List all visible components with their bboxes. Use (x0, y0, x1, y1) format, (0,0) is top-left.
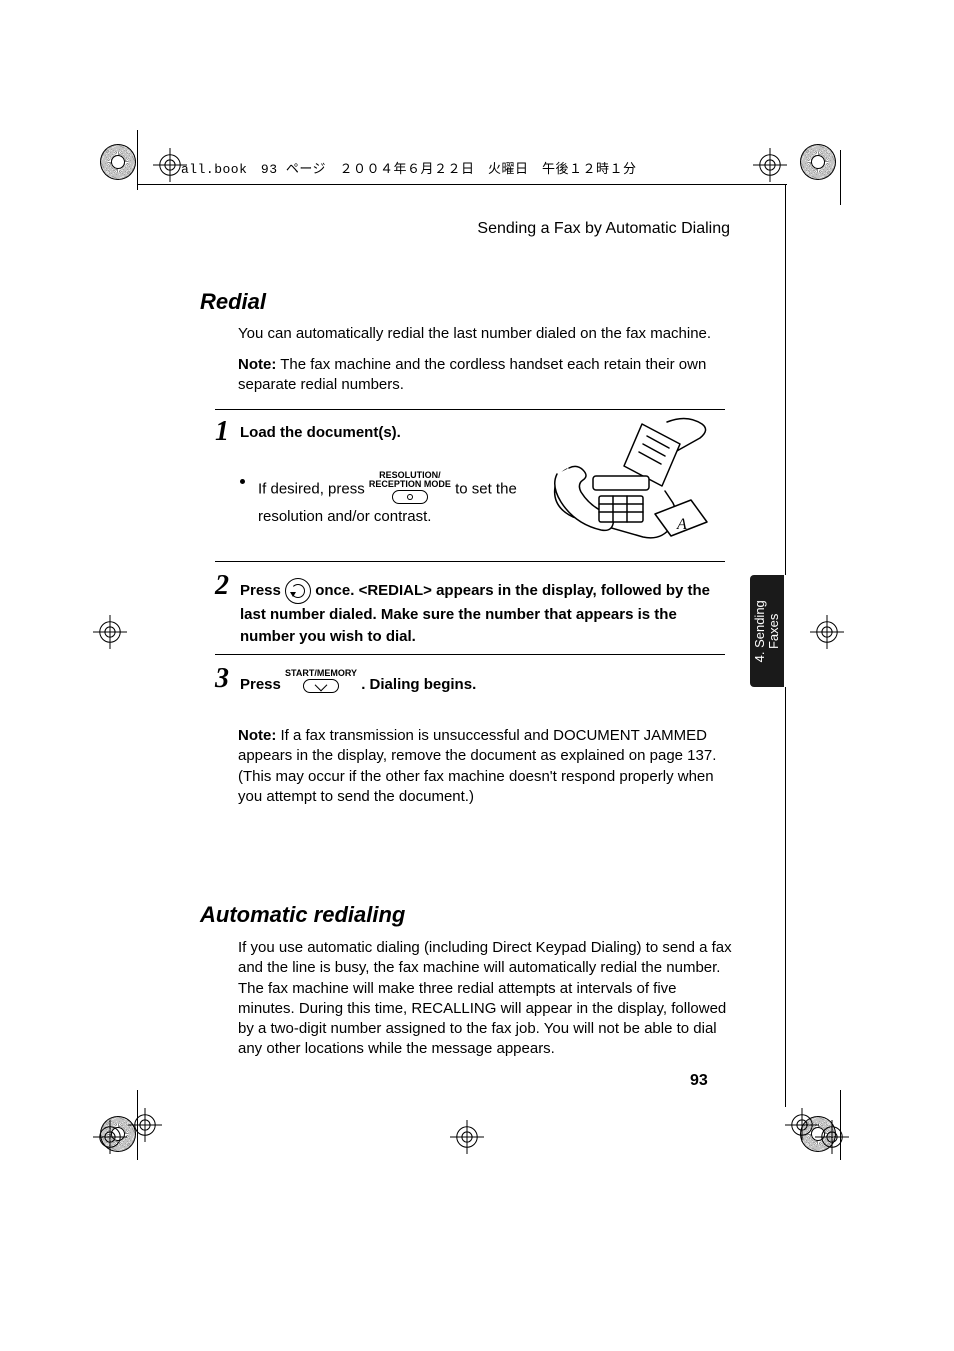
step1-heading: Load the document(s). (240, 424, 520, 441)
corner-mark-top-left (100, 144, 136, 180)
key-label-reception: RECEPTION MODE (369, 480, 451, 489)
automatic-redialing-body: If you use automatic dialing (including … (238, 938, 733, 1060)
side-tab-line1: 4. Sending (752, 600, 767, 662)
note-body: If a fax transmission is unsuccessful an… (238, 727, 716, 805)
reg-mark (450, 1120, 484, 1154)
fax-load-illustration: A (547, 414, 722, 544)
section-title-redial: Redial (200, 289, 266, 315)
post-step-note: Note: If a fax transmission is unsuccess… (238, 726, 728, 807)
step2-pre: Press (240, 582, 285, 599)
redial-key-icon (285, 578, 311, 604)
reg-mark (93, 615, 127, 649)
chapter-tab: 4. Sending Faxes (750, 575, 784, 687)
start-memory-key-icon (303, 679, 339, 693)
frame-line (137, 130, 138, 190)
step3-pre: Press (240, 676, 285, 693)
frame-line (840, 1090, 841, 1160)
reg-mark (810, 615, 844, 649)
svg-text:A: A (676, 516, 687, 533)
frame-line (785, 687, 786, 1107)
note-label: Note: (238, 727, 276, 744)
rule (215, 654, 725, 655)
resolution-key-icon (392, 490, 428, 504)
step-number-3: 3 (215, 663, 229, 695)
step-number-1: 1 (215, 416, 229, 448)
reg-mark (93, 1120, 127, 1154)
step3-post: . Dialing begins. (361, 676, 476, 693)
reg-mark (785, 1108, 819, 1142)
running-head: Sending a Fax by Automatic Dialing (200, 220, 730, 238)
corner-mark-top-right (800, 144, 836, 180)
step2-body: Press once. <REDIAL> appears in the disp… (240, 578, 715, 648)
frame-line (785, 185, 786, 575)
frame-line (137, 1090, 138, 1160)
step1-bullet: If desired, press RESOLUTION/ RECEPTION … (240, 473, 558, 527)
file-meta-header: all.book 93 ページ ２００４年６月２２日 火曜日 午後１２時１分 (181, 158, 637, 177)
reg-mark (128, 1108, 162, 1142)
bullet-icon (240, 479, 245, 484)
bullet-pre: If desired, press (258, 480, 369, 497)
rule (215, 561, 725, 562)
reg-mark (753, 148, 787, 182)
intro-note: Note: The fax machine and the cordless h… (238, 355, 728, 396)
intro-text: You can automatically redial the last nu… (238, 324, 728, 344)
key-label-start-memory: START/MEMORY (285, 669, 357, 678)
frame-line (137, 184, 787, 185)
rule (215, 409, 725, 410)
page-number: 93 (690, 1072, 708, 1090)
step-number-2: 2 (215, 570, 229, 602)
frame-line (840, 150, 841, 205)
side-tab-line2: Faxes (766, 613, 781, 648)
note-label: Note: (238, 356, 276, 373)
reg-mark (815, 1120, 849, 1154)
step3-body: Press START/MEMORY . Dialing begins. (240, 673, 710, 697)
note-body: The fax machine and the cordless handset… (238, 356, 706, 393)
section-title-automatic-redialing: Automatic redialing (200, 902, 405, 928)
